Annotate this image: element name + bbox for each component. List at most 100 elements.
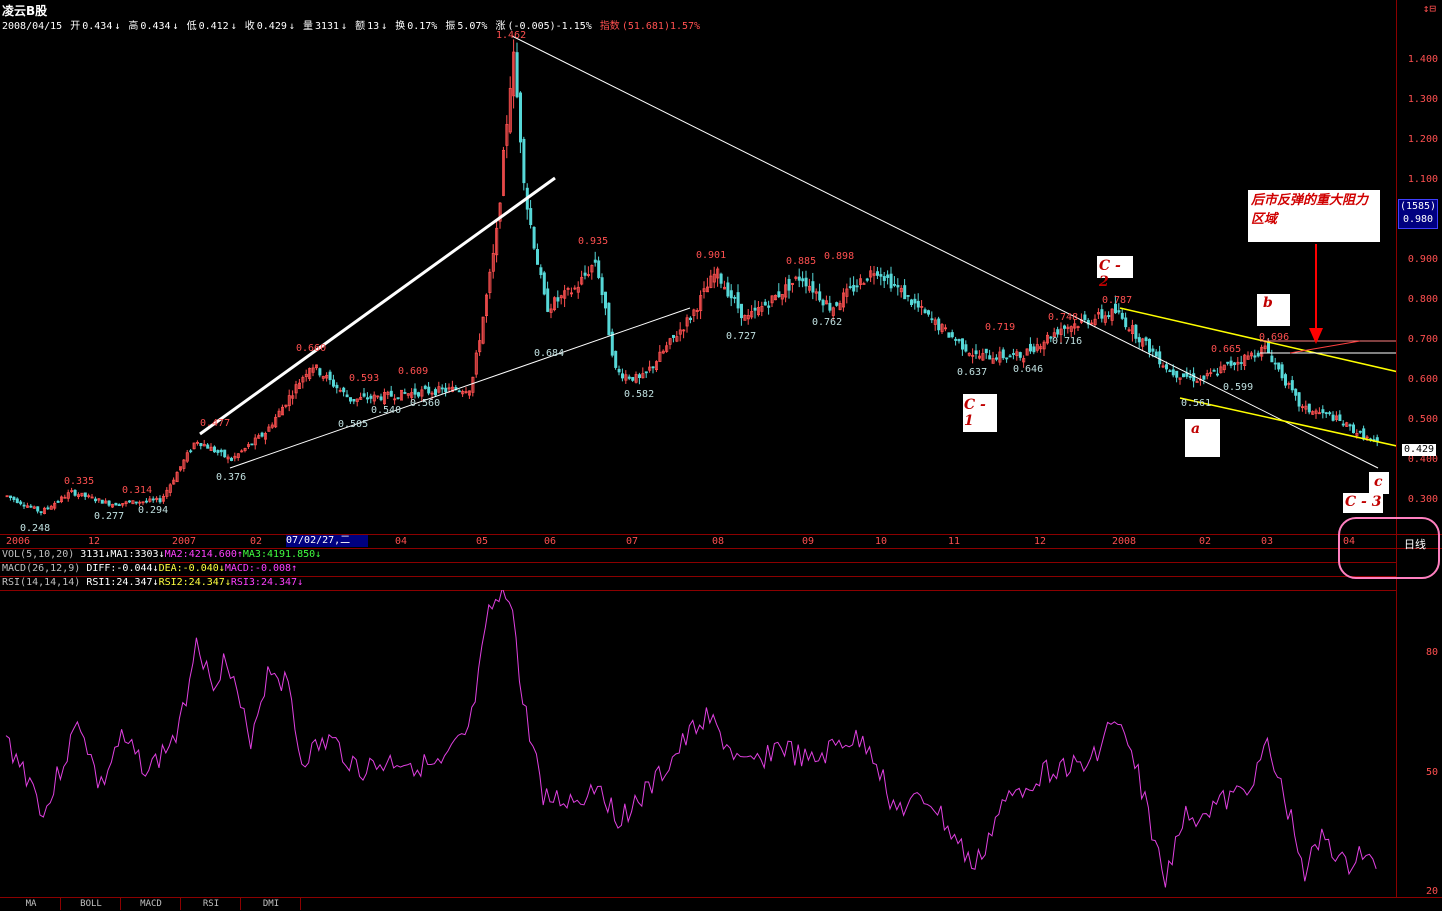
candle-body	[1008, 355, 1012, 358]
candle-body	[1277, 362, 1281, 370]
candle-body	[855, 285, 859, 288]
candle-body	[12, 496, 16, 500]
candle-body	[1290, 380, 1294, 391]
wave-a-label: a	[1185, 419, 1220, 457]
candle-body	[1229, 360, 1233, 366]
candle-body	[1212, 369, 1216, 372]
tab-boll[interactable]: BOLL	[62, 898, 121, 910]
resize-icon[interactable]: ↕⊟	[1423, 2, 1436, 15]
price-tick: 0.500	[1407, 414, 1438, 425]
price-label: 0.294	[138, 505, 168, 516]
candle-body	[1124, 317, 1128, 328]
candle-body	[362, 393, 366, 397]
price-label: 0.477	[200, 418, 230, 429]
price-label: 0.716	[1052, 336, 1082, 347]
candle-body	[961, 338, 965, 350]
candle-body	[954, 338, 958, 341]
time-tick: 12	[1034, 536, 1047, 547]
candle-body	[219, 449, 223, 453]
rsi-tick-80: 80	[1425, 647, 1438, 658]
price-label: 0.335	[64, 476, 94, 487]
candle-body	[638, 374, 642, 378]
price-label: 0.762	[812, 317, 842, 328]
candle-body	[651, 366, 655, 369]
candle-body	[1341, 423, 1345, 426]
candle-body	[583, 272, 587, 276]
candle-body	[910, 299, 914, 305]
candle-body	[1083, 314, 1087, 320]
candle-body	[627, 376, 631, 379]
candle-body	[927, 310, 931, 315]
price-label: 0.901	[696, 250, 726, 261]
rsi-chart[interactable]	[0, 590, 1396, 896]
price-label: 0.935	[578, 236, 608, 247]
candle-body	[593, 259, 597, 263]
price-label: 0.885	[786, 256, 816, 267]
candle-body	[1253, 355, 1257, 358]
candle-body	[804, 277, 808, 287]
candle-body	[797, 276, 801, 281]
time-tick: 2007	[172, 536, 197, 547]
candle-body	[56, 500, 60, 503]
vol-ma3: MA3:4191.850	[242, 549, 316, 560]
price-label: 0.540	[371, 405, 401, 416]
candle-body	[396, 397, 400, 400]
candle-body	[134, 501, 138, 504]
candle-body	[947, 332, 951, 338]
candle-body	[1216, 373, 1220, 376]
vol-indicator-row[interactable]: VOL(5,10,20) 3131↓MA1:3303↓MA2:4214.600↑…	[2, 549, 321, 560]
vol-ma1: MA1:3303	[110, 549, 159, 560]
candle-body	[865, 278, 869, 281]
candle-body	[19, 501, 23, 505]
tab-ma[interactable]: MA	[2, 898, 61, 910]
candle-body	[348, 397, 352, 402]
time-tick: 07	[626, 536, 639, 547]
tab-rsi[interactable]: RSI	[182, 898, 241, 910]
tab-macd[interactable]: MACD	[122, 898, 181, 910]
price-label: 0.684	[534, 348, 564, 359]
candle-body	[331, 379, 335, 387]
tab-dmi[interactable]: DMI	[242, 898, 301, 910]
price-label: 0.898	[824, 251, 854, 262]
candle-body	[212, 446, 216, 453]
trend-line-major-resistance	[511, 35, 1379, 469]
candle-body	[1029, 343, 1033, 352]
candle-body	[913, 298, 917, 304]
candle-body	[879, 274, 883, 277]
candle-body	[906, 295, 910, 297]
candle-body	[1005, 357, 1009, 360]
macd-indicator-row[interactable]: MACD(26,12,9) DIFF:-0.044↓DEA:-0.040↓MAC…	[2, 563, 297, 574]
candle-body	[342, 387, 346, 393]
price-label: 0.277	[94, 511, 124, 522]
price-label: 0.719	[985, 322, 1015, 333]
price-label: 0.561	[1181, 398, 1211, 409]
candle-body	[335, 384, 339, 389]
candle-body	[767, 305, 771, 308]
candle-body	[216, 450, 220, 453]
candle-body	[1120, 312, 1124, 319]
candle-body	[423, 385, 427, 389]
candle-body	[1137, 337, 1141, 343]
time-tick: 04	[395, 536, 408, 547]
candle-body	[457, 390, 461, 393]
candle-body	[753, 307, 757, 311]
time-tick: 05	[476, 536, 489, 547]
candle-body	[1134, 324, 1138, 339]
price-label: 0.593	[349, 373, 379, 384]
candle-body	[189, 450, 193, 453]
candle-body	[416, 392, 420, 397]
rsi-indicator-row[interactable]: RSI(14,14,14) RSI1:24.347↓RSI2:24.347↓RS…	[2, 577, 303, 588]
price-label: 0.637	[957, 367, 987, 378]
candle-body	[144, 500, 148, 503]
candle-body	[107, 500, 111, 506]
candle-body	[73, 489, 77, 496]
candle-body	[1256, 352, 1260, 357]
current-price-box: 0.429	[1402, 444, 1436, 456]
vol-name: VOL(5,10,20)	[2, 549, 75, 560]
candle-body	[787, 278, 791, 291]
wave-c2-label: C - 2	[1097, 256, 1133, 290]
candle-body	[1192, 373, 1196, 382]
candle-body	[15, 498, 19, 503]
rsi-line	[5, 590, 1377, 888]
candle-body	[250, 443, 254, 446]
